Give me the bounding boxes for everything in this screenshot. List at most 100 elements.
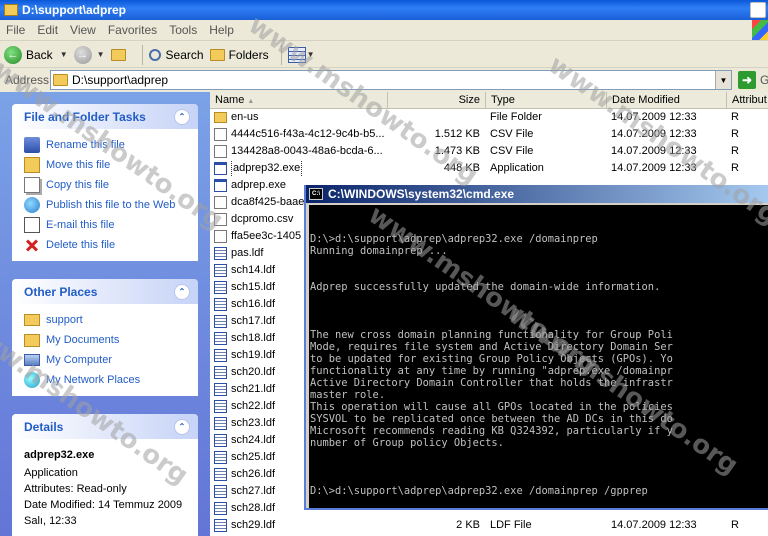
- address-dropdown[interactable]: ▼: [715, 71, 731, 89]
- column-name[interactable]: Name ▲: [210, 92, 388, 109]
- menu-tools[interactable]: Tools: [163, 23, 203, 37]
- folder-icon: [4, 4, 18, 16]
- file-attributes: R: [731, 111, 739, 123]
- file-name: sch21.ldf: [231, 383, 276, 395]
- menu-help[interactable]: Help: [203, 23, 240, 37]
- task-delete[interactable]: Delete this file: [24, 235, 198, 255]
- collapse-chevron-icon[interactable]: ⌃: [174, 418, 190, 435]
- place-network[interactable]: My Network Places: [24, 370, 198, 390]
- details-date-time: Salı, 12:33: [24, 515, 77, 527]
- cmd-title-bar[interactable]: C:\ C:\WINDOWS\system32\cmd.exe: [306, 185, 768, 203]
- forward-history-dropdown[interactable]: ▼: [97, 50, 105, 59]
- collapse-chevron-icon[interactable]: ⌃: [174, 283, 190, 300]
- place-support[interactable]: support: [24, 310, 198, 330]
- file-row[interactable]: adprep32.exe 448 KB Application 14.07.2009 …: [210, 160, 768, 177]
- task-rename[interactable]: Rename this file: [24, 135, 198, 155]
- file-name-cell: 4444c516-f43a-4c12-9c4b-b5...: [214, 126, 386, 143]
- back-arrow-icon: ←: [4, 45, 22, 64]
- file-row[interactable]: sch29.ldf 2 KB LDF File 14.07.2009 12:33 R: [210, 517, 768, 534]
- column-label: Size: [458, 94, 480, 106]
- console-icon: C:\: [309, 188, 323, 200]
- other-places-panel: Other Places ⌃ support My Documents My C…: [12, 279, 198, 396]
- menu-file[interactable]: File: [0, 23, 31, 37]
- cmd-output[interactable]: D:\>d:\support\adprep\adprep32.exe /doma…: [309, 205, 768, 508]
- cmd-line: [310, 449, 768, 461]
- file-name: sch16.ldf: [231, 298, 276, 310]
- csv-file-icon: [214, 196, 227, 209]
- menu-view[interactable]: View: [64, 23, 102, 37]
- address-input[interactable]: D:\support\adprep ▼: [50, 70, 732, 90]
- csv-file-icon: [214, 128, 227, 141]
- task-move[interactable]: Move this file: [24, 155, 198, 175]
- search-button[interactable]: Search: [148, 48, 204, 62]
- file-name-cell: 134428a8-0043-48a6-bcda-6...: [214, 143, 386, 160]
- up-folder-button[interactable]: [110, 48, 130, 61]
- back-history-dropdown[interactable]: ▼: [60, 50, 68, 59]
- file-type: Application: [490, 162, 544, 174]
- file-name: sch23.ldf: [231, 417, 276, 429]
- task-label: Rename this file: [46, 139, 125, 151]
- column-label: Type: [491, 94, 515, 106]
- task-copy[interactable]: Copy this file: [24, 175, 198, 195]
- file-type: CSV File: [490, 128, 534, 140]
- cmd-title: C:\WINDOWS\system32\cmd.exe: [328, 187, 515, 201]
- file-row[interactable]: en-us File Folder 14.07.2009 12:33 R: [210, 109, 768, 126]
- file-tasks-panel: File and Folder Tasks ⌃ Rename this file…: [12, 104, 198, 261]
- back-button[interactable]: ← Back: [4, 45, 53, 64]
- my-documents-icon: [24, 333, 40, 347]
- folders-button[interactable]: Folders: [209, 48, 269, 62]
- column-date[interactable]: Date Modified: [607, 92, 727, 109]
- file-name: sch15.ldf: [231, 281, 276, 293]
- other-places-header[interactable]: Other Places ⌃: [12, 279, 198, 304]
- file-name: sch24.ldf: [231, 434, 276, 446]
- cmd-line: [310, 257, 768, 269]
- cmd-line: number of Group policy Objects.: [310, 437, 504, 449]
- ldf-file-icon: [214, 315, 227, 328]
- file-size: 1.473 KB: [434, 145, 480, 157]
- go-label[interactable]: G: [760, 73, 768, 87]
- menu-favorites[interactable]: Favorites: [102, 23, 163, 37]
- place-my-documents[interactable]: My Documents: [24, 330, 198, 350]
- cmd-line: [310, 209, 768, 221]
- views-dropdown[interactable]: ▼: [307, 50, 315, 59]
- go-button[interactable]: ➜: [738, 71, 756, 89]
- details-panel: Details ⌃ adprep32.exe Application Attri…: [12, 414, 198, 536]
- file-name: en-us: [231, 111, 259, 123]
- task-email[interactable]: E-mail this file: [24, 215, 198, 235]
- details-attributes: Attributes: Read-only: [24, 483, 127, 495]
- file-date: 14.07.2009 12:33: [611, 519, 697, 531]
- column-attributes[interactable]: Attribut: [727, 92, 768, 109]
- place-label: support: [46, 314, 83, 326]
- address-value: D:\support\adprep: [72, 73, 169, 87]
- file-date: 14.07.2009 12:33: [611, 111, 697, 123]
- cmd-line: [310, 221, 768, 233]
- address-bar: Address D:\support\adprep ▼ ➜ G: [0, 69, 768, 91]
- cmd-line: [310, 293, 768, 305]
- column-size[interactable]: Size: [388, 92, 486, 109]
- details-date-modified: Date Modified: 14 Temmuz 2009: [24, 499, 183, 511]
- cmd-window[interactable]: C:\ C:\WINDOWS\system32\cmd.exe D:\>d:\s…: [304, 185, 768, 510]
- task-publish[interactable]: Publish this file to the Web: [24, 195, 198, 215]
- menu-bar: File Edit View Favorites Tools Help: [0, 20, 768, 41]
- file-date: 14.07.2009 12:33: [611, 128, 697, 140]
- maximize-button[interactable]: [750, 2, 766, 18]
- file-attributes: R: [731, 128, 739, 140]
- forward-button[interactable]: →: [73, 45, 92, 64]
- file-date: 14.07.2009 12:33: [611, 145, 697, 157]
- csv-file-icon: [214, 145, 227, 158]
- cmd-line: master role.: [310, 389, 386, 401]
- file-row[interactable]: 4444c516-f43a-4c12-9c4b-b5... 1.512 KB CSV…: [210, 126, 768, 143]
- copy-icon: [24, 177, 40, 193]
- menu-edit[interactable]: Edit: [31, 23, 64, 37]
- views-icon[interactable]: [287, 46, 306, 63]
- details-header[interactable]: Details ⌃: [12, 414, 198, 439]
- file-tasks-header[interactable]: File and Folder Tasks ⌃: [12, 104, 198, 129]
- place-my-computer[interactable]: My Computer: [24, 350, 198, 370]
- column-type[interactable]: Type: [486, 92, 607, 109]
- cmd-line: [310, 473, 768, 485]
- ldf-file-icon: [214, 247, 227, 260]
- cmd-line: This operation will cause all GPOs locat…: [310, 401, 673, 413]
- collapse-chevron-icon[interactable]: ⌃: [174, 108, 190, 125]
- file-type: CSV File: [490, 145, 534, 157]
- file-row[interactable]: 134428a8-0043-48a6-bcda-6... 1.473 KB CSV …: [210, 143, 768, 160]
